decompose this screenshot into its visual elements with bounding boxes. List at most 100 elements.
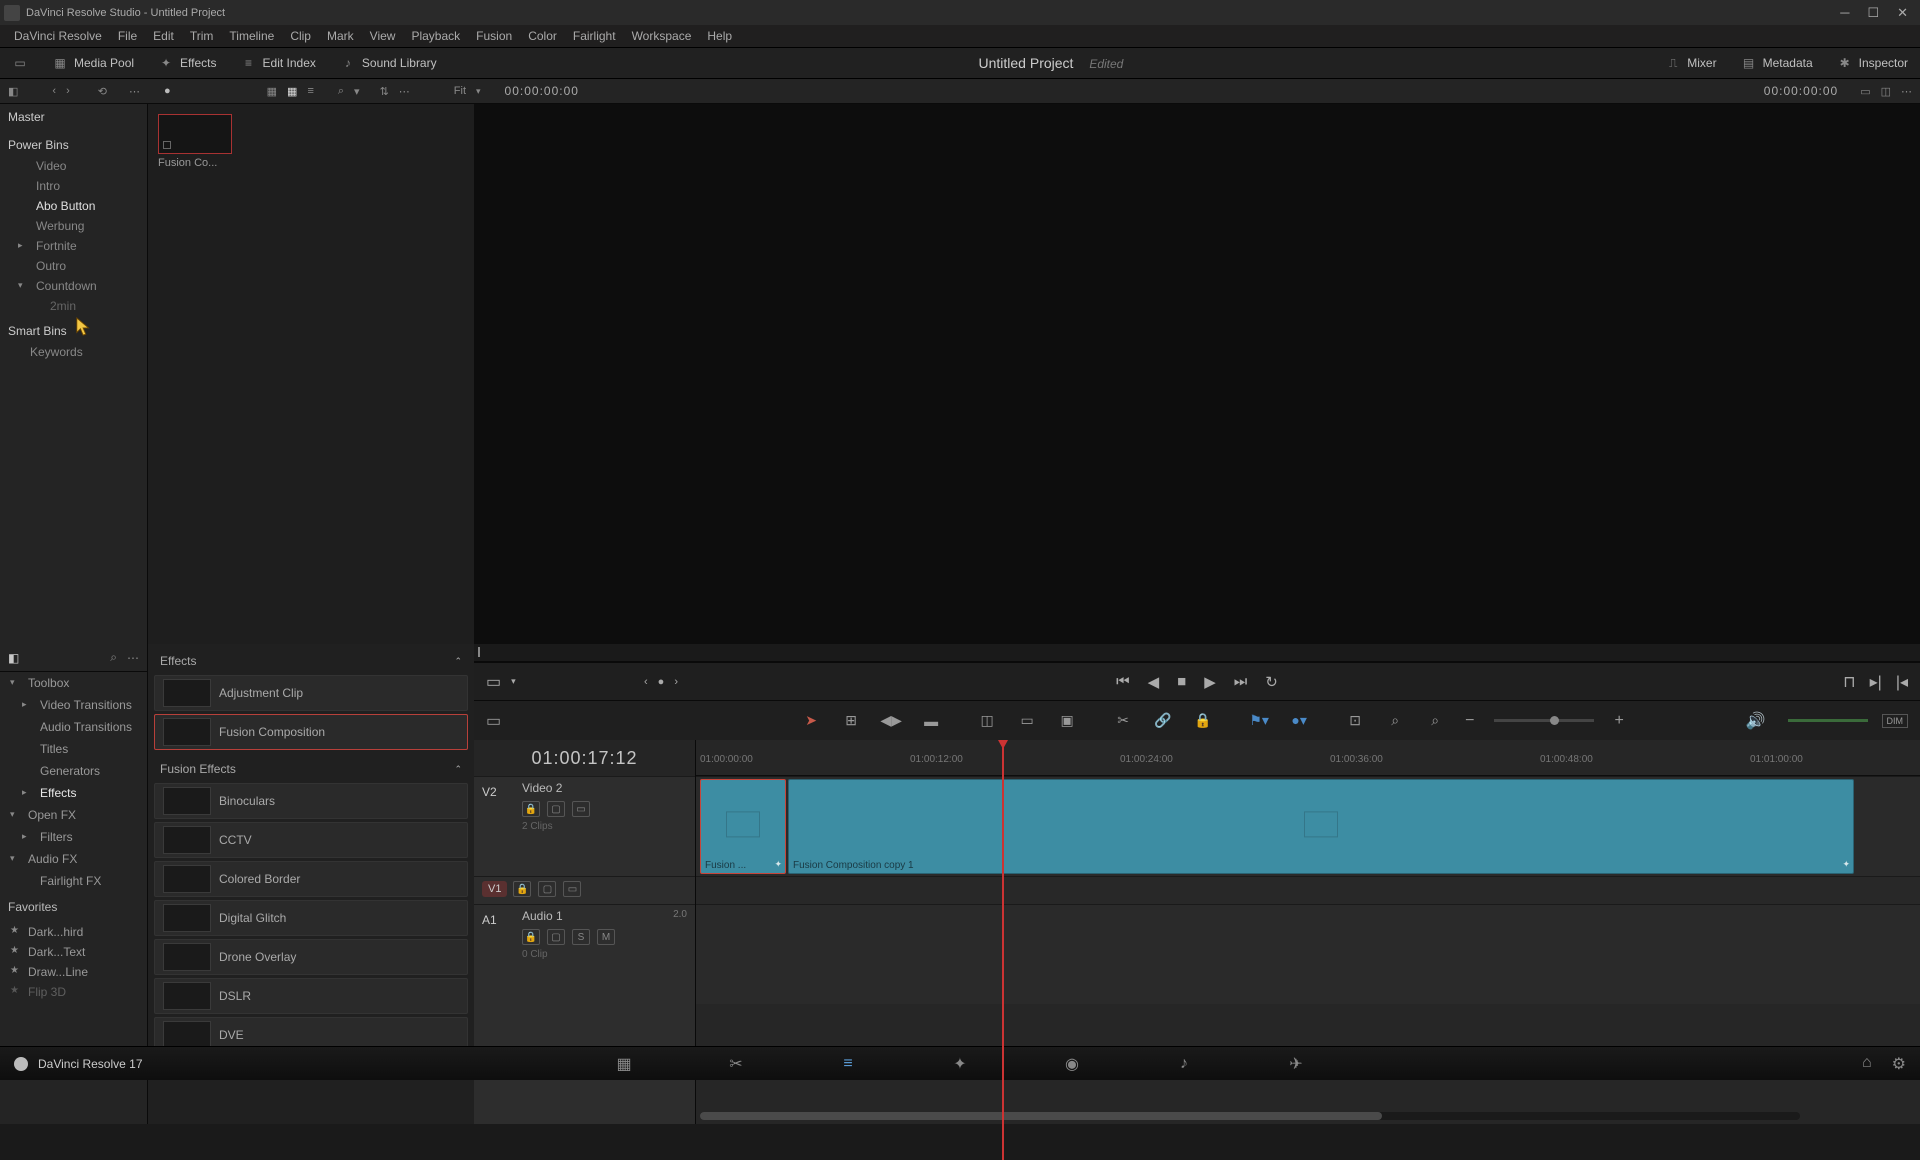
menu-timeline[interactable]: Timeline [221, 29, 282, 43]
titles-item[interactable]: Titles [0, 738, 147, 760]
clip-fusion-1[interactable]: Fusion ... ✦ [700, 779, 786, 874]
track-lock-icon[interactable]: 🔒 [522, 801, 540, 817]
menu-color[interactable]: Color [520, 29, 565, 43]
insert-tool[interactable]: ◫ [977, 711, 997, 731]
dim-button[interactable]: DIM [1882, 714, 1909, 728]
options-icon[interactable]: ⋯ [127, 651, 139, 665]
zoom-slider[interactable] [1494, 719, 1594, 722]
custom-zoom-icon[interactable]: ⌕ [1425, 711, 1445, 731]
fx-drone-overlay[interactable]: Drone Overlay [154, 939, 468, 975]
fx-digital-glitch[interactable]: Digital Glitch [154, 900, 468, 936]
openfx-item[interactable]: ▾Open FX [0, 804, 147, 826]
link-tool[interactable]: 🔗 [1153, 711, 1173, 731]
master-bin[interactable]: Master [0, 104, 147, 130]
dynamic-trim-tool[interactable]: ◀▶ [881, 711, 901, 731]
audio-transitions-item[interactable]: Audio Transitions [0, 716, 147, 738]
menu-fusion[interactable]: Fusion [468, 29, 520, 43]
prev-frame-button[interactable]: ◀ [1148, 673, 1160, 691]
menu-workspace[interactable]: Workspace [624, 29, 700, 43]
deliver-page-icon[interactable]: ✈ [1285, 1053, 1307, 1075]
fx-colored-border[interactable]: Colored Border [154, 861, 468, 897]
fav-item[interactable]: Flip 3D [0, 982, 147, 1002]
metadata-button[interactable]: ▤Metadata [1729, 55, 1825, 71]
stop-button[interactable]: ■ [1177, 673, 1186, 690]
power-bins-header[interactable]: Power Bins [0, 130, 147, 156]
menu-file[interactable]: File [110, 29, 145, 43]
track-v1-id[interactable]: V1 [482, 881, 507, 897]
effects-category[interactable]: Effects⌃ [154, 650, 468, 672]
razor-tool[interactable]: ✂ [1113, 711, 1133, 731]
layout-button[interactable]: ▭ [0, 48, 40, 78]
nav-back-icon[interactable]: ‹ [52, 85, 56, 97]
next-marker-icon[interactable]: › [674, 676, 678, 688]
options-icon[interactable]: ⋯ [399, 85, 410, 98]
history-icon[interactable]: ⟲ [98, 85, 107, 98]
lock-tool[interactable]: 🔒 [1193, 711, 1213, 731]
smart-bins-header[interactable]: Smart Bins [0, 316, 147, 342]
track-auto-select-icon[interactable]: ▢ [547, 801, 565, 817]
color-page-icon[interactable]: ◉ [1061, 1053, 1083, 1075]
toolbox-item[interactable]: ▾Toolbox [0, 672, 147, 694]
viewer-options-icon[interactable]: ⋯ [1901, 85, 1912, 98]
prev-marker-icon[interactable]: ‹ [644, 676, 648, 688]
track-mute-icon[interactable]: M [597, 929, 615, 945]
bin-video[interactable]: Video [0, 156, 147, 176]
generators-item[interactable]: Generators [0, 760, 147, 782]
track-solo-icon[interactable]: S [572, 929, 590, 945]
trim-tool[interactable]: ⊞ [841, 711, 861, 731]
chevron-down-icon[interactable]: ▾ [511, 676, 516, 687]
nav-fwd-icon[interactable]: › [66, 85, 70, 97]
project-settings-icon[interactable]: ⚙ [1892, 1054, 1906, 1074]
view-list-icon[interactable]: ≡ [307, 85, 313, 97]
loop-button[interactable]: ↻ [1265, 673, 1278, 691]
detail-zoom-icon[interactable]: ⌕ [1385, 711, 1405, 731]
next-frame-button[interactable]: ⏭ [1234, 673, 1248, 690]
track-lock-icon[interactable]: 🔒 [522, 929, 540, 945]
filters-item[interactable]: ▸Filters [0, 826, 147, 848]
edit-index-button[interactable]: ≡Edit Index [229, 48, 328, 78]
bin-outro[interactable]: Outro [0, 256, 147, 276]
cut-page-icon[interactable]: ✂ [725, 1053, 747, 1075]
clip-fusion-copy-1[interactable]: Fusion Composition copy 1 ✦ [788, 779, 1854, 874]
bin-intro[interactable]: Intro [0, 176, 147, 196]
home-icon[interactable]: ⌂ [1862, 1054, 1872, 1074]
volume-icon[interactable]: 🔊 [1746, 711, 1766, 731]
menu-trim[interactable]: Trim [182, 29, 222, 43]
search-icon[interactable]: ⌕ [110, 650, 117, 665]
bin-keywords[interactable]: Keywords [0, 342, 147, 362]
effects-item[interactable]: ▸Effects [0, 782, 147, 804]
minimize-button[interactable]: ─ [1840, 5, 1849, 21]
mixer-button[interactable]: ⎍Mixer [1653, 55, 1728, 71]
marker-tool[interactable]: ●▾ [1289, 711, 1309, 731]
timeline-h-scrollbar[interactable] [700, 1112, 1800, 1120]
blade-tool[interactable]: ▬ [921, 711, 941, 731]
track-auto-select-icon[interactable]: ▢ [547, 929, 565, 945]
single-viewer-icon[interactable]: ▭ [1860, 85, 1870, 98]
viewer-canvas[interactable] [474, 104, 1920, 644]
fairlightfx-item[interactable]: Fairlight FX [0, 870, 147, 892]
zoom-out-icon[interactable]: − [1465, 712, 1474, 730]
zoom-in-icon[interactable]: + [1614, 712, 1623, 730]
fusion-effects-category[interactable]: Fusion Effects⌃ [154, 758, 468, 780]
view-metadata-icon[interactable]: ▦ [267, 85, 277, 98]
track-visible-icon[interactable]: ▭ [572, 801, 590, 817]
bin-countdown[interactable]: ▾Countdown [0, 276, 147, 296]
menu-help[interactable]: Help [699, 29, 740, 43]
sound-library-button[interactable]: ♪Sound Library [328, 48, 449, 78]
menu-view[interactable]: View [362, 29, 404, 43]
menu-edit[interactable]: Edit [145, 29, 182, 43]
menu-clip[interactable]: Clip [282, 29, 319, 43]
clip-bin-area[interactable]: Fusion Co... [148, 104, 474, 644]
bin-abo-button[interactable]: Abo Button [0, 196, 147, 216]
overwrite-tool[interactable]: ▭ [1017, 711, 1037, 731]
track-a1-id[interactable]: A1 [482, 909, 522, 927]
fav-item[interactable]: Dark...hird [0, 922, 147, 942]
fx-dslr[interactable]: DSLR [154, 978, 468, 1014]
selection-tool[interactable]: ➤ [801, 711, 821, 731]
media-pool-button[interactable]: ▦Media Pool [40, 48, 146, 78]
bin-werbung[interactable]: Werbung [0, 216, 147, 236]
menu-mark[interactable]: Mark [319, 29, 362, 43]
close-button[interactable]: ✕ [1897, 5, 1908, 21]
first-frame-button[interactable]: ⏮ [1116, 673, 1130, 690]
fit-dropdown[interactable]: Fit [454, 85, 466, 97]
